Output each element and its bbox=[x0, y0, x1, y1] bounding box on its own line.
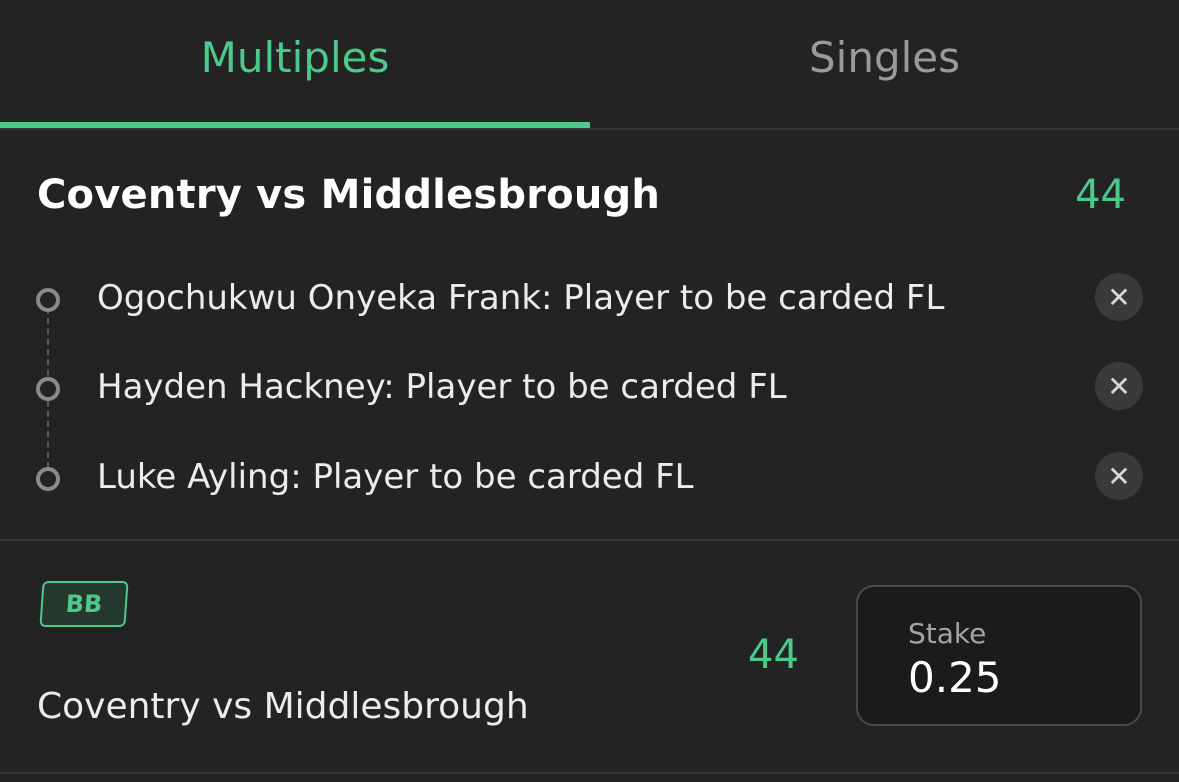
tab-singles[interactable]: Singles bbox=[590, 0, 1179, 124]
stake-input[interactable]: Stake 0.25 bbox=[856, 585, 1142, 726]
bottom-divider bbox=[0, 772, 1179, 774]
stake-value: 0.25 bbox=[908, 653, 1002, 702]
timeline-dot-icon bbox=[36, 377, 60, 401]
close-icon[interactable]: ✕ bbox=[1095, 452, 1143, 500]
event-title: Coventry vs Middlesbrough bbox=[37, 172, 661, 218]
section-divider bbox=[0, 539, 1179, 541]
bet-type-tabs: Multiples Singles bbox=[0, 0, 1179, 130]
close-icon[interactable]: ✕ bbox=[1095, 273, 1143, 321]
bet-title: Coventry vs Middlesbrough bbox=[37, 686, 529, 727]
close-icon[interactable]: ✕ bbox=[1095, 362, 1143, 410]
timeline-dot-icon bbox=[36, 467, 60, 491]
bet-odds: 44 bbox=[748, 632, 799, 678]
stake-label: Stake bbox=[908, 617, 987, 650]
bet-builder-badge: BB bbox=[39, 581, 129, 627]
selection-item: Luke Ayling: Player to be carded FL ✕ bbox=[0, 449, 1179, 509]
selection-label: Luke Ayling: Player to be carded FL bbox=[97, 457, 694, 497]
event-odds: 44 bbox=[1075, 172, 1126, 218]
tab-multiples[interactable]: Multiples bbox=[0, 0, 590, 124]
selection-label: Ogochukwu Onyeka Frank: Player to be car… bbox=[97, 278, 945, 318]
selection-item: Ogochukwu Onyeka Frank: Player to be car… bbox=[0, 270, 1179, 330]
selection-label: Hayden Hackney: Player to be carded FL bbox=[97, 367, 787, 407]
selection-item: Hayden Hackney: Player to be carded FL ✕ bbox=[0, 359, 1179, 419]
timeline-dot-icon bbox=[36, 288, 60, 312]
tabs-divider bbox=[0, 128, 1179, 130]
